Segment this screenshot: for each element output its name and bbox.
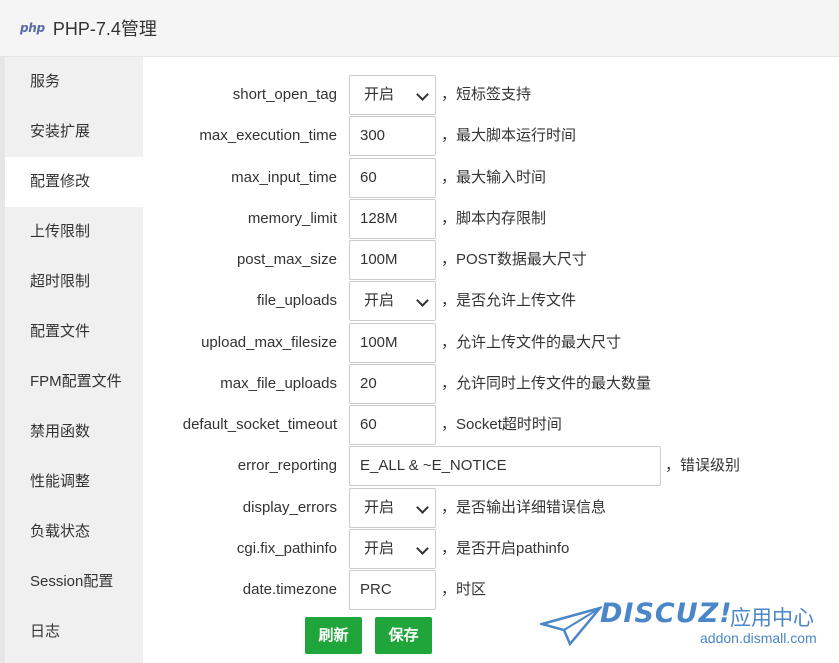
setting-label: max_input_time xyxy=(231,169,337,186)
setting-desc: ，Socket超时时间 xyxy=(441,416,562,433)
setting-row-max-input-time: max_input_time 60 ，最大输入时间 xyxy=(143,158,839,198)
setting-label: memory_limit xyxy=(247,210,337,227)
setting-desc: ，允许同时上传文件的最大数量 xyxy=(441,375,652,392)
setting-desc: ，最大脚本运行时间 xyxy=(441,127,577,144)
watermark-brand: DISCUZ! xyxy=(600,598,733,629)
setting-row-memory-limit: memory_limit 128M ，脚本内存限制 xyxy=(143,199,839,239)
short-open-tag-select[interactable]: 开启 xyxy=(349,75,436,115)
setting-row-max-file-uploads: max_file_uploads 20 ，允许同时上传文件的最大数量 xyxy=(143,364,839,404)
chevron-down-icon xyxy=(416,501,429,514)
max-input-time-input[interactable]: 60 xyxy=(349,158,436,198)
sidebar-item-config-file[interactable]: 配置文件 xyxy=(5,307,143,357)
setting-label: max_file_uploads xyxy=(220,375,337,392)
window-title: PHP-7.4管理 xyxy=(52,19,157,39)
window-titlebar: php PHP-7.4管理 xyxy=(0,0,839,57)
setting-label: display_errors xyxy=(242,499,337,516)
setting-label: cgi.fix_pathinfo xyxy=(236,540,337,557)
display-errors-select[interactable]: 开启 xyxy=(349,488,436,528)
sidebar-item-performance-tuning[interactable]: 性能调整 xyxy=(5,457,143,507)
sidebar-item-session-config[interactable]: Session配置 xyxy=(5,557,143,607)
setting-label: file_uploads xyxy=(256,292,337,309)
sidebar-item-install-extension[interactable]: 安装扩展 xyxy=(5,107,143,157)
setting-desc: ，脚本内存限制 xyxy=(441,210,547,227)
setting-row-post-max-size: post_max_size 100M ，POST数据最大尺寸 xyxy=(143,240,839,280)
sidebar-item-service[interactable]: 服务 xyxy=(5,57,143,107)
sidebar-item-upload-limit[interactable]: 上传限制 xyxy=(5,207,143,257)
setting-row-short-open-tag: short_open_tag 开启 ，短标签支持 xyxy=(143,75,839,115)
setting-row-default-socket-timeout: default_socket_timeout 60 ，Socket超时时间 xyxy=(143,405,839,445)
setting-desc: ，是否允许上传文件 xyxy=(441,292,577,309)
chevron-down-icon xyxy=(416,542,429,555)
sidebar-item-log[interactable]: 日志 xyxy=(5,607,143,657)
max-file-uploads-input[interactable]: 20 xyxy=(349,364,436,404)
refresh-button[interactable]: 刷新 xyxy=(305,617,362,654)
setting-label: short_open_tag xyxy=(232,86,337,103)
watermark-url: addon.dismall.com xyxy=(700,630,817,646)
watermark: DISCUZ! 应用中心 addon.dismall.com xyxy=(540,598,830,660)
sidebar-item-timeout-limit[interactable]: 超时限制 xyxy=(5,257,143,307)
setting-label: error_reporting xyxy=(237,457,337,474)
select-value: 开启 xyxy=(364,292,395,309)
setting-row-upload-max-filesize: upload_max_filesize 100M ，允许上传文件的最大尺寸 xyxy=(143,323,839,363)
setting-desc: ，短标签支持 xyxy=(441,86,532,103)
setting-desc: ，最大输入时间 xyxy=(441,169,547,186)
chevron-down-icon xyxy=(416,294,429,307)
select-value: 开启 xyxy=(364,540,395,557)
setting-label: default_socket_timeout xyxy=(182,416,337,433)
sidebar-item-config-edit[interactable]: 配置修改 xyxy=(5,157,143,207)
select-value: 开启 xyxy=(364,499,395,516)
setting-label: date.timezone xyxy=(242,581,337,598)
chevron-down-icon xyxy=(416,88,429,101)
watermark-cn: 应用中心 xyxy=(730,607,814,630)
error-reporting-input[interactable]: E_ALL & ~E_NOTICE xyxy=(349,446,661,486)
setting-label: post_max_size xyxy=(236,251,337,268)
setting-row-display-errors: display_errors 开启 ，是否输出详细错误信息 xyxy=(143,488,839,528)
post-max-size-input[interactable]: 100M xyxy=(349,240,436,280)
date-timezone-input[interactable]: PRC xyxy=(349,570,436,610)
sidebar-item-disabled-functions[interactable]: 禁用函数 xyxy=(5,407,143,457)
paper-plane-icon xyxy=(540,606,602,646)
setting-desc: ，POST数据最大尺寸 xyxy=(441,251,587,268)
setting-label: upload_max_filesize xyxy=(201,334,337,351)
file-uploads-select[interactable]: 开启 xyxy=(349,281,436,321)
sidebar-item-load-status[interactable]: 负载状态 xyxy=(5,507,143,557)
upload-max-filesize-input[interactable]: 100M xyxy=(349,323,436,363)
setting-desc: ，允许上传文件的最大尺寸 xyxy=(441,334,622,351)
sidebar-item-fpm-config-file[interactable]: FPM配置文件 xyxy=(5,357,143,407)
cgi-fix-pathinfo-select[interactable]: 开启 xyxy=(349,529,436,569)
setting-desc: ，时区 xyxy=(441,581,487,598)
setting-row-file-uploads: file_uploads 开启 ，是否允许上传文件 xyxy=(143,281,839,321)
setting-label: max_execution_time xyxy=(199,127,337,144)
setting-desc: ，是否输出详细错误信息 xyxy=(441,499,607,516)
setting-desc: ，是否开启pathinfo xyxy=(441,540,570,557)
setting-desc: ，错误级别 xyxy=(665,457,741,474)
save-button[interactable]: 保存 xyxy=(375,617,432,654)
select-value: 开启 xyxy=(364,86,395,103)
memory-limit-input[interactable]: 128M xyxy=(349,199,436,239)
default-socket-timeout-input[interactable]: 60 xyxy=(349,405,436,445)
max-execution-time-input[interactable]: 300 xyxy=(349,116,436,156)
php-logo: php xyxy=(20,21,45,35)
setting-row-error-reporting: error_reporting E_ALL & ~E_NOTICE ，错误级别 xyxy=(143,446,839,486)
setting-row-cgi-fix-pathinfo: cgi.fix_pathinfo 开启 ，是否开启pathinfo xyxy=(143,529,839,569)
setting-row-max-execution-time: max_execution_time 300 ，最大脚本运行时间 xyxy=(143,116,839,156)
